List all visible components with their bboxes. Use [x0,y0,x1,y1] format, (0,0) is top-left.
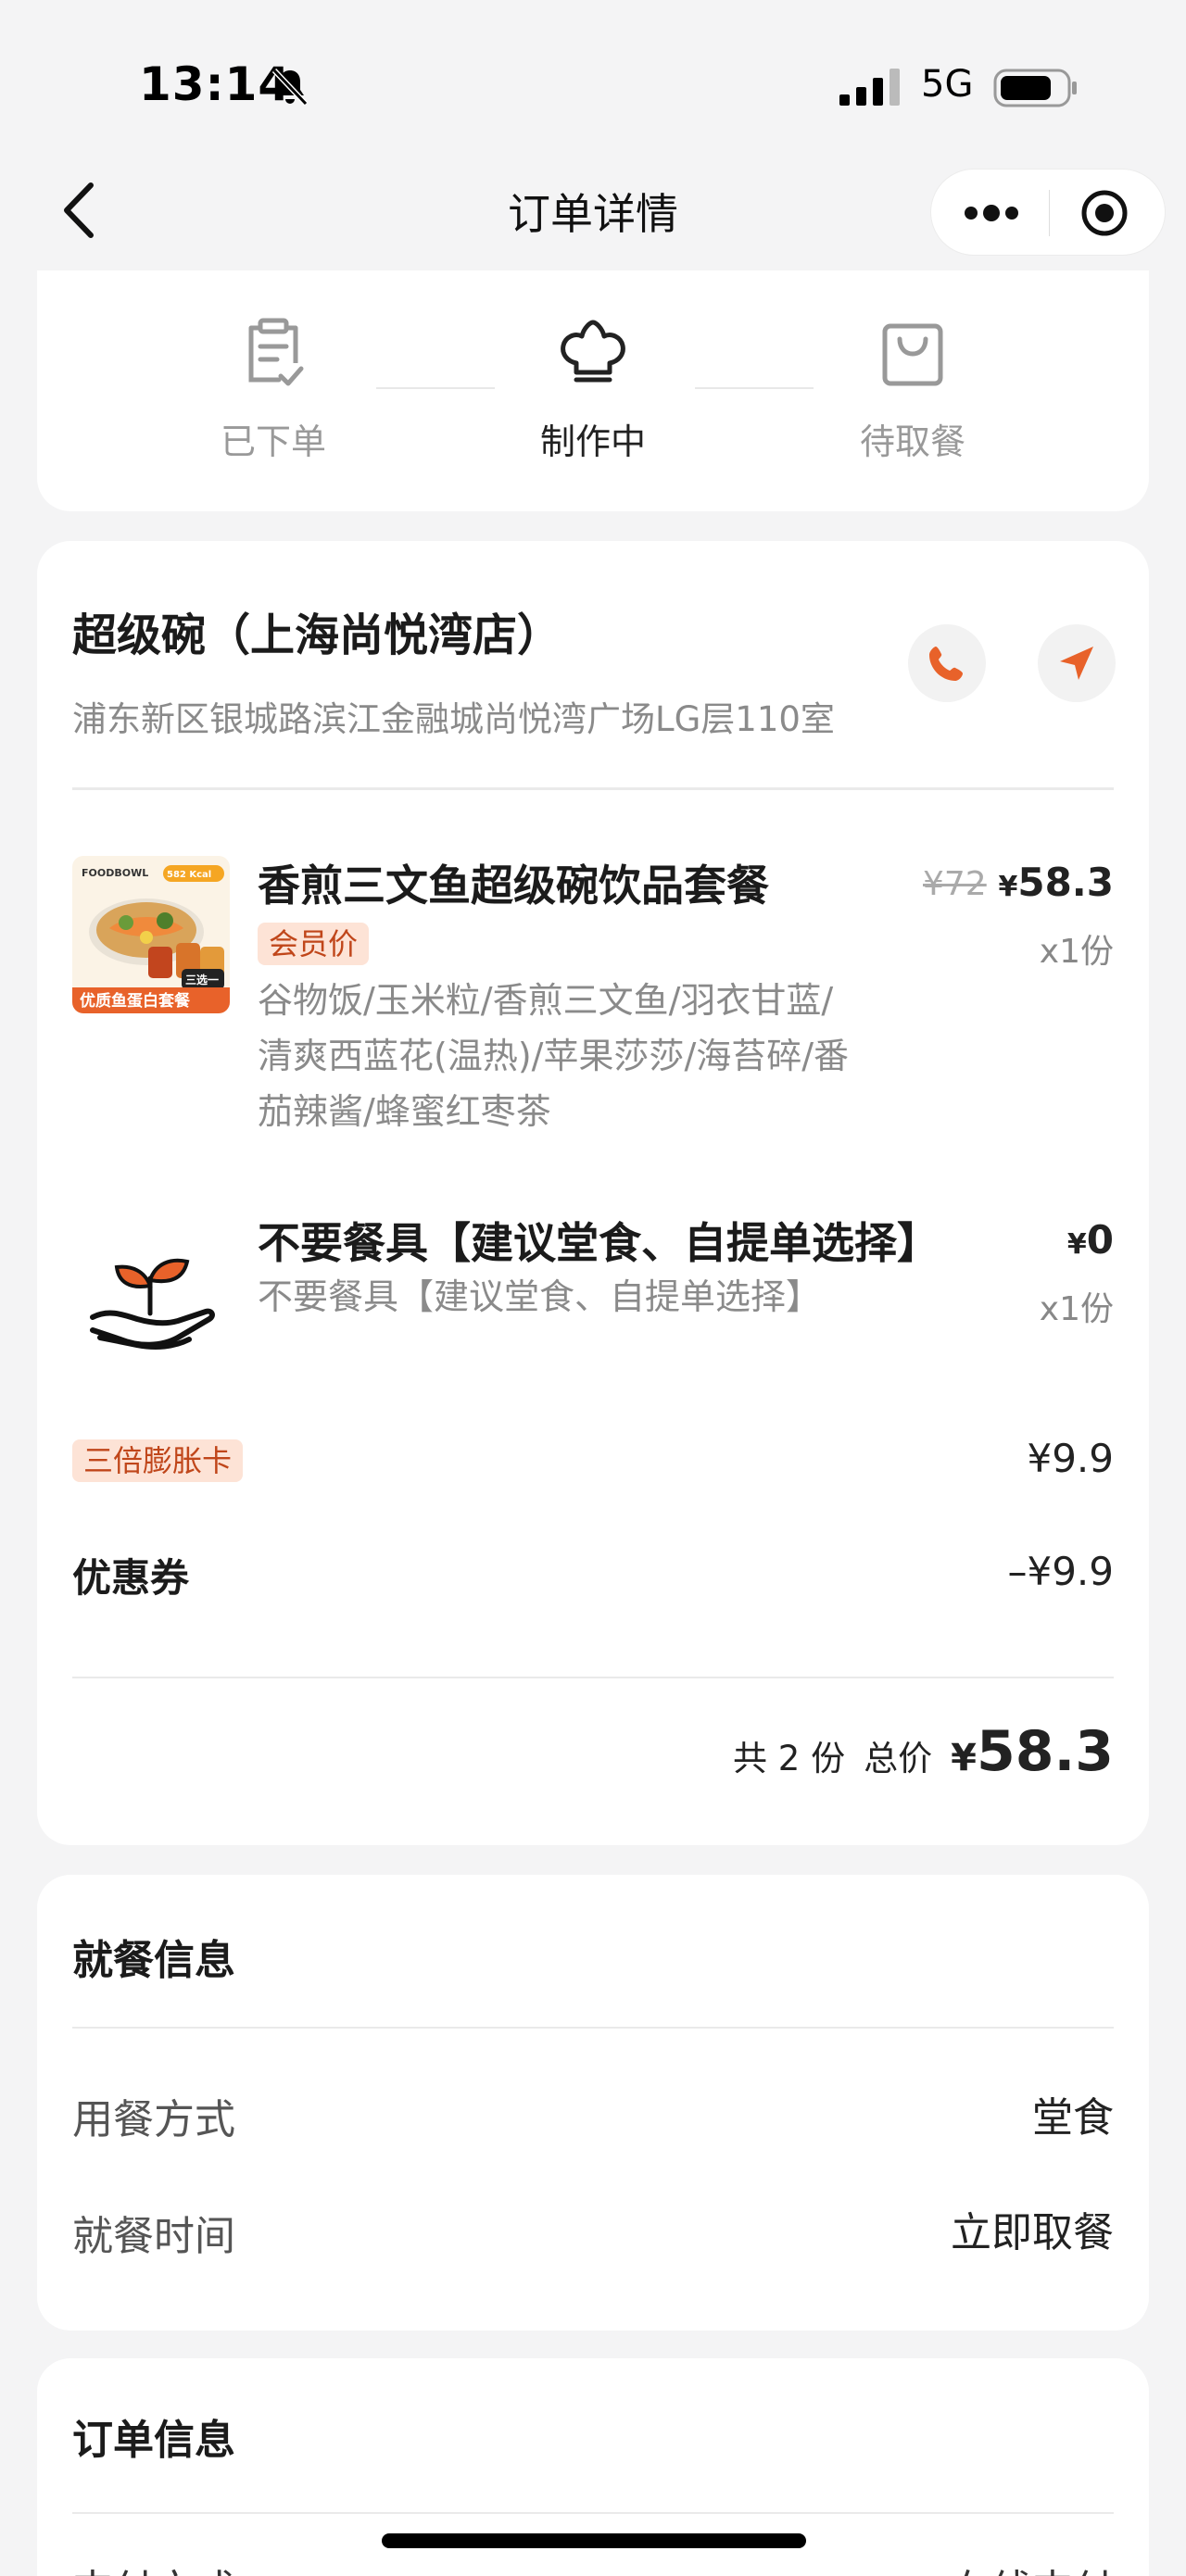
battery-icon [993,69,1077,107]
capsule-divider [1049,190,1050,236]
dining-time-label: 就餐时间 [72,2213,235,2260]
yen-sign: ¥ [951,1737,977,1779]
step-label: 已下单 [220,421,326,462]
divider [72,787,1114,790]
home-indicator [382,2533,806,2548]
divider [72,1677,1114,1678]
triple-card-badge: 三倍膨胀卡 [72,1439,244,1482]
coupon-value: –¥9.9 [1007,1549,1114,1594]
dining-time-value: 立即取餐 [951,2209,1114,2256]
payment-method-label: 支付方式 [72,2557,235,2576]
image-caption-text: 优质鱼蛋白套餐 [80,991,191,1011]
network-type: 5G [921,63,974,106]
yen-sign: ¥ [998,871,1018,903]
coupon-label: 优惠券 [72,1555,190,1601]
item-description-line: 谷物饭/玉米粒/香煎三文鱼/羽衣甘蓝/ [258,980,834,1021]
item-quantity: x1份 [1039,1290,1114,1328]
more-dots-icon[interactable] [961,194,1022,232]
close-target-icon[interactable] [1079,188,1129,238]
payment-method-value: 在线支付 [951,2557,1114,2576]
divider [72,2512,1114,2514]
item-name: 不要餐具【建议堂食、自提单选择】 [258,1218,940,1268]
order-progress-card: 已下单 制作中 待取餐 [37,270,1149,511]
section-title: 订单信息 [72,2417,235,2464]
step-ordered: 已下单 [181,315,366,464]
total-amount: 58.3 [976,1719,1114,1784]
step-cooking: 制作中 [500,315,686,464]
bag-icon [882,323,943,386]
store-address: 浦东新区银城路滨江金融城尚悦湾广场LG层110室 [72,699,835,739]
item-price-value: 58.3 [1017,860,1114,905]
no-cutlery-image [72,1213,230,1371]
step-connector [376,387,495,389]
signal-icon [839,69,900,106]
item-description-line: 茄辣酱/蜂蜜红枣茶 [258,1091,551,1132]
dining-method-label: 用餐方式 [72,2096,235,2143]
step-label: 待取餐 [859,421,965,462]
phone-icon [929,647,963,681]
yen-sign: ¥ [1066,1228,1087,1261]
item-quantity: x1份 [1039,933,1114,971]
step-connector [695,387,814,389]
dining-info-card: 就餐信息 用餐方式 堂食 就餐时间 立即取餐 [37,1875,1149,2331]
card-price: ¥9.9 [1027,1436,1114,1481]
item-price: ¥58.3 [998,860,1114,905]
item-description-line: 清爽西蓝花(温热)/苹果莎莎/海苔碎/番 [258,1036,850,1076]
step-label: 制作中 [539,421,646,462]
status-time: 13:14 [139,57,292,111]
image-brand-text: FOODBOWL [82,867,148,879]
miniprogram-capsule [930,169,1166,256]
chef-hat-icon [561,320,625,383]
item-description: 不要餐具【建议堂食、自提单选择】 [258,1276,822,1317]
order-placed-icon [248,318,304,386]
item-name: 香煎三文鱼超级碗饮品套餐 [258,861,769,911]
navigation-arrow-icon [1060,647,1093,680]
item-description: 谷物饭/玉米粒/香煎三文鱼/羽衣甘蓝/ 清爽西蓝花(温热)/苹果莎莎/海苔碎/番… [258,973,878,1139]
section-title: 就餐信息 [72,1937,235,1984]
step-pickup: 待取餐 [820,315,1005,464]
total-label: 总价 [864,1739,933,1778]
order-total: 共 2 份 总价 ¥58.3 [733,1719,1114,1784]
member-price-badge: 会员价 [258,923,370,965]
salmon-bowl-image: FOODBOWL 582 Kcal 三选一 优质鱼蛋白套餐 [72,856,230,1013]
order-detail-card: 超级碗（上海尚悦湾店） 浦东新区银城路滨江金融城尚悦湾广场LG层110室 FOO… [37,541,1149,1845]
call-store-button[interactable] [908,624,986,702]
store-name: 超级碗（上海尚悦湾店） [72,609,562,661]
divider [72,2027,1114,2029]
item-price-value: 0 [1086,1217,1114,1263]
image-tag-text: 三选一 [185,973,219,986]
navigate-button[interactable] [1038,624,1116,702]
original-price: ¥72 [923,865,987,903]
image-kcal-text: 582 Kcal [167,870,211,880]
bell-off-icon [271,68,309,107]
status-bar: 13:14 5G [0,0,1186,157]
dining-method-value: 堂食 [1032,2094,1114,2142]
total-count: 共 2 份 [733,1739,846,1778]
item-price: ¥0 [1067,1217,1114,1263]
